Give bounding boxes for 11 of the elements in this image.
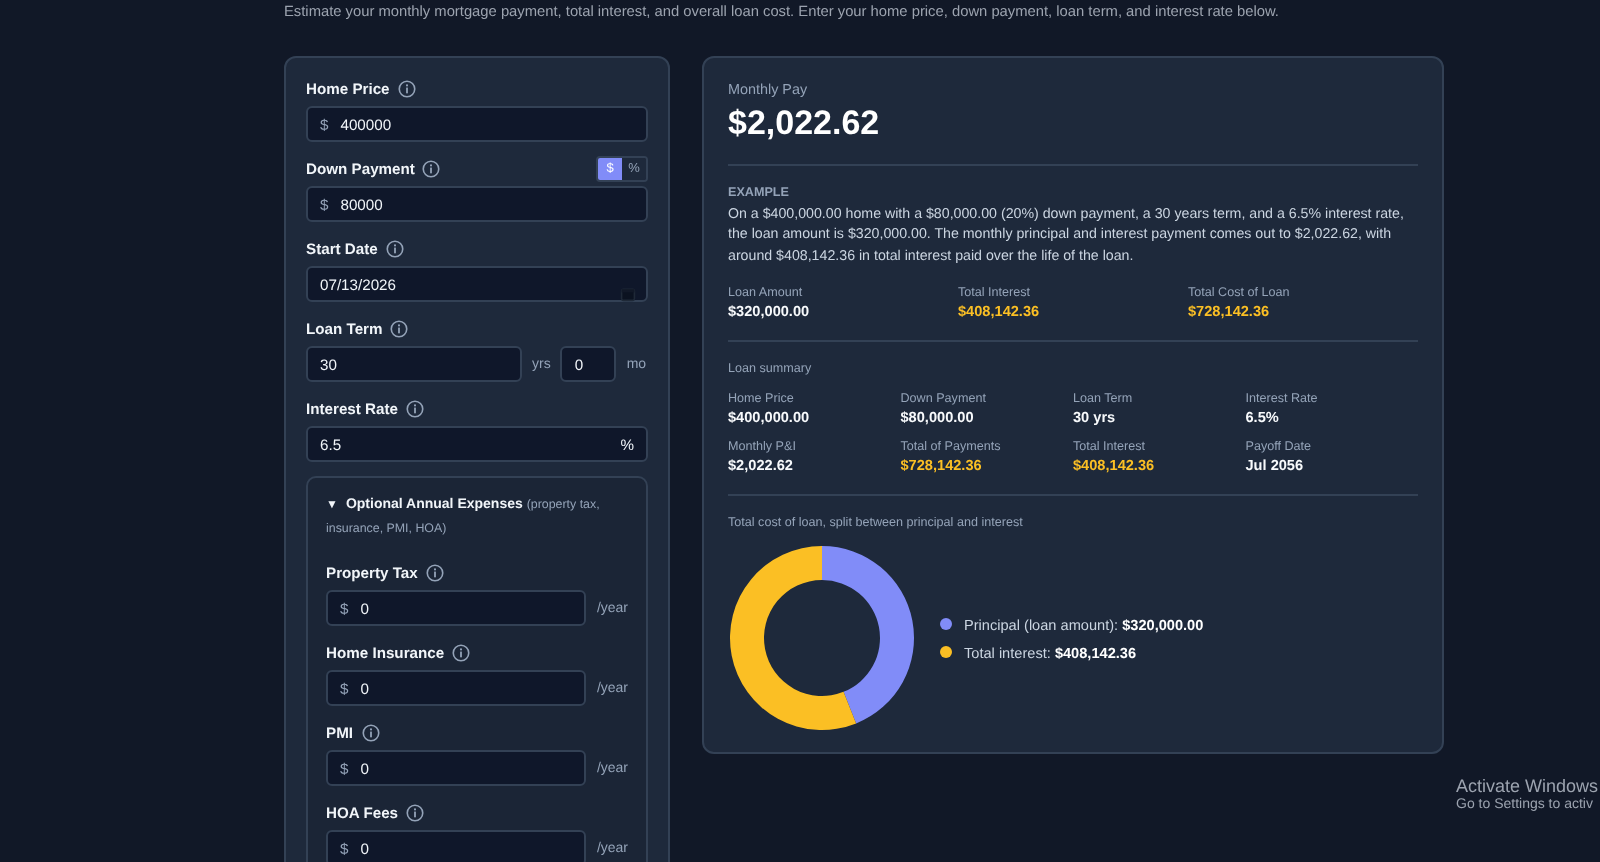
info-icon[interactable] (452, 643, 471, 661)
info-icon[interactable] (397, 79, 416, 97)
info-icon[interactable] (385, 239, 404, 257)
info-icon[interactable] (425, 563, 444, 581)
info-icon[interactable] (406, 803, 425, 821)
info-icon[interactable] (390, 319, 409, 337)
activation-title: Activate Windows (1456, 776, 1599, 796)
info-icon[interactable] (406, 399, 425, 417)
info-icon[interactable] (361, 723, 380, 741)
monthly-pay-value: $2,022.62 (728, 104, 882, 144)
info-icon[interactable] (422, 159, 441, 177)
